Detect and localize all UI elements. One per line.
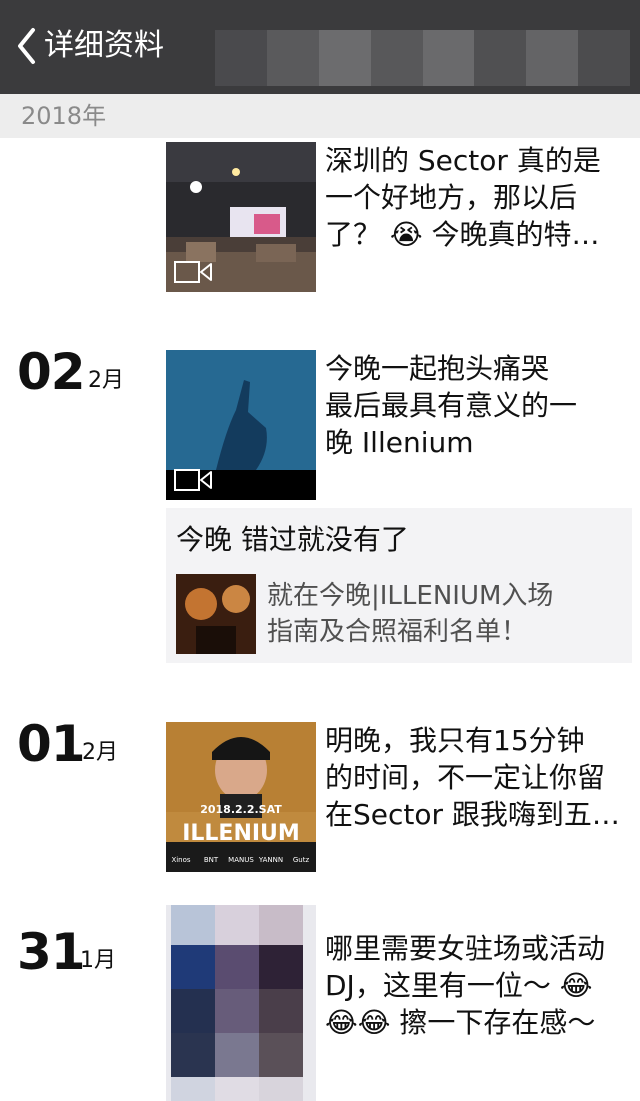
- event-poster: 2018.2.2.SAT ILLENIUM Xinos BNT MANUS YA…: [166, 722, 316, 872]
- poster-sponsor: YANNN: [258, 856, 283, 864]
- blurred-image: [166, 905, 316, 1101]
- poster-sponsor: Gutz: [293, 856, 310, 864]
- image-thumbnail[interactable]: 2018.2.2.SAT ILLENIUM Xinos BNT MANUS YA…: [166, 722, 316, 872]
- post-text[interactable]: 深圳的 Sector 真的是 一个好地方，那以后 了？ 😭 今晚真的特…: [325, 142, 625, 253]
- shared-article-card[interactable]: 今晚 错过就没有了 就在今晚|ILLENIUM入场 指南及合照福利名单！: [166, 508, 632, 663]
- blurred-profile-name: [215, 30, 630, 86]
- post-day: 31: [17, 923, 86, 981]
- poster-date: 2018.2.2.SAT: [200, 803, 282, 816]
- year-header: 2018年: [0, 94, 640, 138]
- post-text[interactable]: 哪里需要女驻场或活动 DJ，这里有一位～ 😂 😂😂 擦一下存在感～: [325, 930, 625, 1041]
- post-month: 2月: [88, 368, 124, 393]
- nav-bar: 详细资料: [0, 0, 640, 94]
- back-label: 详细资料: [44, 28, 164, 63]
- article-thumbnail: [176, 574, 256, 654]
- video-thumbnail[interactable]: [166, 350, 316, 500]
- shared-link[interactable]: 就在今晚|ILLENIUM入场 指南及合照福利名单！: [176, 574, 626, 654]
- chevron-left-icon: [16, 26, 36, 66]
- blurred-image-thumbnail[interactable]: [166, 905, 316, 1101]
- post-text[interactable]: 明晚，我只有15分钟 的时间，不一定让你留 在Sector 跟我嗨到五…: [325, 722, 625, 833]
- post-month: 2月: [82, 740, 118, 765]
- poster-name: ILLENIUM: [182, 821, 300, 846]
- year-label: 2018年: [21, 102, 107, 130]
- post-day: 02: [17, 343, 86, 401]
- share-title: 今晚 错过就没有了: [176, 523, 409, 556]
- video-thumbnail[interactable]: [166, 142, 316, 292]
- article-title: 就在今晚|ILLENIUM入场 指南及合照福利名单！: [267, 581, 554, 647]
- video-camera-icon: [174, 260, 214, 284]
- back-button[interactable]: 详细资料: [16, 26, 164, 66]
- post-text[interactable]: 今晚一起抱头痛哭 最后最具有意义的一 晚 Illenium: [325, 350, 625, 461]
- post-month: 1月: [80, 948, 116, 973]
- poster-sponsor: Xinos: [171, 856, 190, 864]
- poster-sponsor: BNT: [204, 856, 219, 864]
- poster-sponsor: MANUS: [228, 856, 254, 864]
- video-camera-icon: [174, 468, 214, 492]
- post-day: 01: [17, 715, 86, 773]
